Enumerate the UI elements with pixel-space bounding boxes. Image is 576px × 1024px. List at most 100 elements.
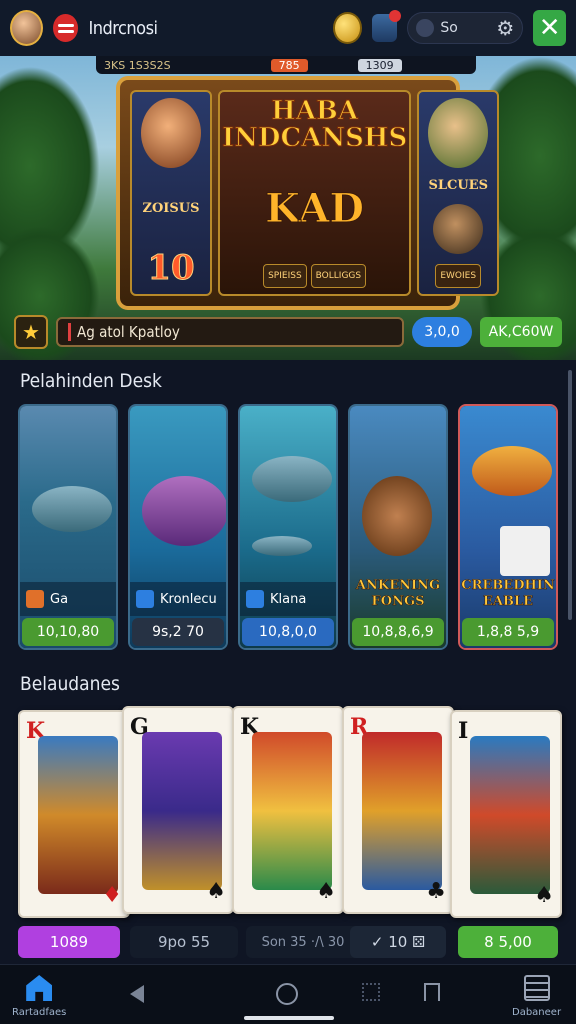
hero-top-chip: 785	[270, 58, 308, 72]
diamond-suit-icon: ♦	[102, 883, 122, 908]
scrollbar[interactable]	[568, 370, 572, 620]
home-icon	[26, 975, 53, 1001]
card-bet-button[interactable]: 1089	[18, 926, 120, 958]
lion-character-icon	[362, 476, 432, 556]
lion-character-icon	[433, 203, 484, 254]
nav-list-label: Dabaneer	[512, 1007, 562, 1018]
nav-home-circle[interactable]	[276, 983, 298, 1005]
card-face-art	[142, 732, 222, 890]
blue-badge-icon	[136, 590, 154, 608]
slot-reel-left: ZOISUS 10	[130, 90, 212, 296]
slot-reel-right: SLCUES EWOIES	[417, 90, 500, 296]
close-button[interactable]: ✕	[533, 10, 566, 46]
nav-home-label: Rartadfaes	[12, 1007, 67, 1018]
mini-symbol: SPIEISS	[263, 264, 307, 288]
slot-reel-center: HABA INDCANSHS KAD SPIEISS BOLLIGGS	[218, 90, 412, 296]
bet-amount-button[interactable]: 3,0,0	[412, 317, 472, 347]
jester-character-icon	[141, 98, 201, 168]
card-label-text: Kronlecu	[160, 591, 217, 607]
star-icon[interactable]: ★	[14, 315, 48, 349]
nav-back[interactable]	[130, 985, 144, 1003]
gear-icon[interactable]: ⚙	[496, 18, 514, 38]
search-field[interactable]: So ⚙	[407, 12, 524, 44]
home-indicator	[244, 1016, 334, 1020]
nav-recents[interactable]	[362, 983, 380, 1001]
card-price-button[interactable]: 9s,2 70	[132, 618, 224, 646]
golden-fish-icon	[472, 446, 552, 496]
card-price-button[interactable]: 1,8,8 5,9	[462, 618, 554, 646]
card-label-text: Klana	[270, 591, 307, 607]
fish-game-card[interactable]: CREBEDHIN EABLE 1,8,8 5,9	[458, 404, 558, 650]
search-icon	[416, 19, 435, 37]
user-avatar[interactable]	[10, 10, 44, 46]
card-price-button[interactable]: 10,10,80	[22, 618, 114, 646]
fishing-games-row: Ga 10,10,80 Kronlecu 9s,2 70 Klana 10,8,…	[18, 404, 558, 650]
bottom-nav: Rartadfaes Dabaneer	[0, 964, 576, 1024]
playing-card[interactable]: I ♠	[450, 710, 562, 918]
fish-game-card[interactable]: Klana 10,8,0,0	[238, 404, 338, 650]
card-games-row: K ♦ G ♠ K ♠ R ♣ I ♠	[18, 706, 562, 918]
card-price-button[interactable]: 10,8,8,6,9	[352, 618, 444, 646]
card-action-buttons: 1089 9po 55 Son 35 ·/\ 30 ✓ 10 ⚄ 8 5,00	[18, 926, 558, 958]
circle-home-icon	[276, 983, 298, 1005]
playing-cards-icon	[500, 526, 550, 576]
small-fish-icon	[252, 536, 312, 556]
play-now-button[interactable]: AK,C60W	[480, 317, 562, 347]
playing-card[interactable]: K ♠	[232, 706, 344, 914]
card-rank: I	[458, 718, 469, 744]
card-face-art	[252, 732, 332, 890]
card-face-art	[362, 732, 442, 890]
fish-game-card[interactable]: Kronlecu 9s,2 70	[128, 404, 228, 650]
slot-machine[interactable]: ZOISUS 10 HABA INDCANSHS KAD SPIEISS BOL…	[116, 76, 500, 310]
jackpot-bar: ★ Ag atol Kpatloy 3,0,0 AK,C60W	[14, 314, 562, 350]
card-bet-button[interactable]: 8 5,00	[458, 926, 558, 958]
reel-number: 10	[147, 248, 195, 289]
card-title: ANKENING FONGS	[355, 578, 441, 609]
orange-badge-icon	[26, 590, 44, 608]
card-bet-button[interactable]: ✓ 10 ⚄	[350, 926, 446, 958]
card-label: Ga	[20, 582, 116, 616]
nav-bookmark[interactable]	[424, 983, 440, 1001]
app-logo-icon	[53, 14, 79, 42]
card-price-button[interactable]: 10,8,0,0	[242, 618, 334, 646]
spade-suit-icon: ♠	[534, 883, 554, 908]
search-text: So	[440, 20, 458, 36]
nav-list[interactable]: Dabaneer	[512, 975, 561, 1018]
playing-card[interactable]: R ♣	[342, 706, 454, 914]
reel-label: SLCUES	[428, 178, 488, 194]
jackpot-marker	[68, 323, 71, 341]
card-face-art	[470, 736, 550, 894]
reel-label: ZOISUS	[142, 200, 200, 216]
list-icon	[523, 975, 550, 1001]
game-letters: KAD	[265, 184, 365, 232]
rewards-chest-icon[interactable]	[371, 10, 402, 42]
card-bet-button[interactable]: Son 35 ·/\ 30	[246, 926, 360, 958]
back-icon	[130, 985, 144, 1003]
playing-card[interactable]: G ♠	[122, 706, 234, 914]
spade-suit-icon: ♠	[316, 879, 336, 904]
card-label-text: Ga	[50, 591, 69, 607]
nav-home[interactable]: Rartadfaes	[12, 975, 66, 1018]
app-title: Indrcnosi	[88, 17, 158, 39]
card-label: Kronlecu	[130, 582, 226, 616]
notification-dot	[389, 10, 402, 22]
card-face-art	[38, 736, 118, 894]
blue-badge-icon	[246, 590, 264, 608]
coin-icon[interactable]	[332, 12, 362, 44]
game-title: HABA INDCANSHS	[221, 96, 408, 154]
jackpot-text: Ag atol Kpatloy	[77, 323, 180, 341]
mini-symbol-row: SPIEISS BOLLIGGS	[263, 264, 367, 288]
jackpot-field[interactable]: Ag atol Kpatloy	[56, 317, 404, 347]
top-bar: Indrcnosi So ⚙ ✕	[0, 0, 576, 56]
fish-game-card[interactable]: ANKENING FONGS 10,8,8,6,9	[348, 404, 448, 650]
shark-icon	[32, 486, 112, 532]
card-bet-button[interactable]: 9po 55	[130, 926, 238, 958]
card-label: Klana	[240, 582, 336, 616]
mini-symbol: EWOIES	[435, 263, 482, 288]
mini-symbol: BOLLIGGS	[310, 264, 367, 288]
playing-card[interactable]: K ♦	[18, 710, 130, 918]
hero-top-chip: 1309	[357, 58, 402, 72]
tuna-icon	[252, 456, 332, 502]
fish-game-card[interactable]: Ga 10,10,80	[18, 404, 118, 650]
hero-banner[interactable]: 3KS 1S3S2S 785 1309 ZOISUS 10 HABA INDCA…	[0, 56, 576, 360]
